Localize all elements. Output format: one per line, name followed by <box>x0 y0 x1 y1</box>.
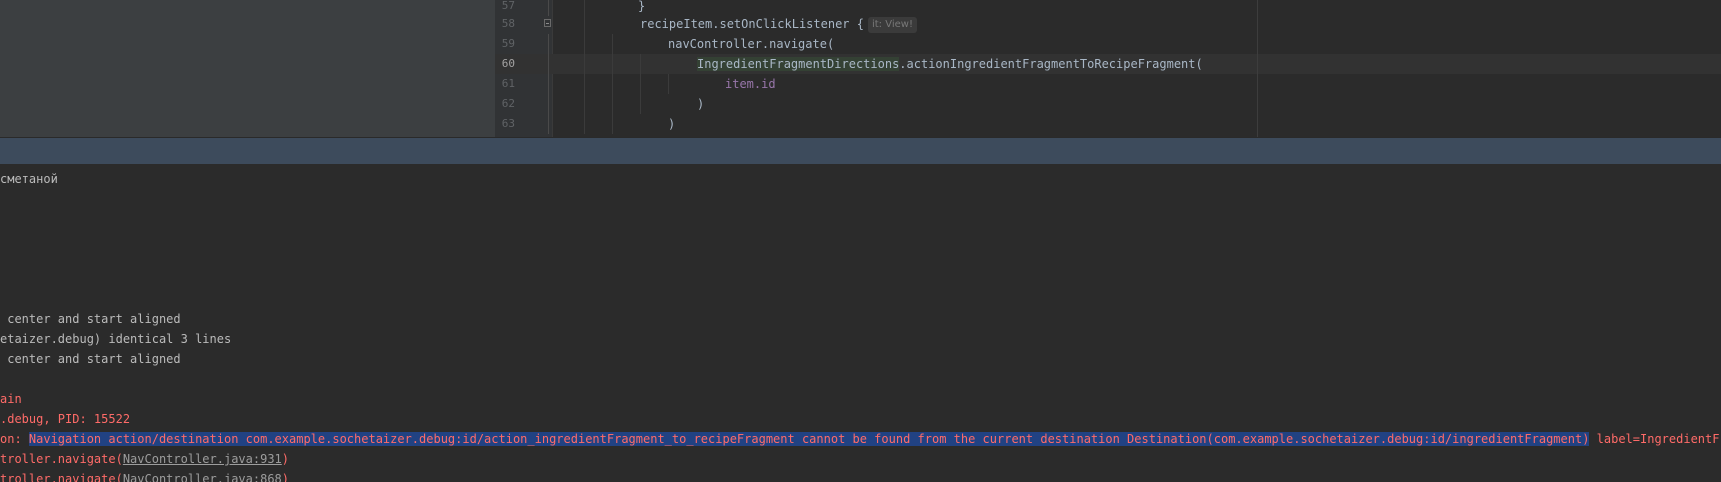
code-line-58[interactable]: 58 recipeItem.setOnClickListener {it: Vi… <box>495 14 1721 34</box>
code-line-62[interactable]: 62 ) <box>495 94 1721 114</box>
logcat-header-bar[interactable] <box>0 137 1721 164</box>
indent-guide <box>612 34 613 54</box>
indent-guide <box>584 74 585 94</box>
log-line[interactable]: center and start aligned <box>0 349 180 369</box>
class-reference[interactable]: IngredientFragmentDirections <box>697 57 900 71</box>
indent-guide <box>612 94 613 114</box>
code-line-59[interactable]: 59 navController.navigate( <box>495 34 1721 54</box>
project-panel[interactable] <box>0 0 495 137</box>
line-number: 61 <box>501 77 515 90</box>
log-line[interactable]: etaizer.debug) identical 3 lines <box>0 329 231 349</box>
code-call: .actionIngredientFragmentToRecipeFragmen… <box>899 57 1203 71</box>
indent-guide <box>612 54 613 74</box>
ide-window: 57 } 58 recipeItem.setOnClickListener {i… <box>0 0 1721 482</box>
log-suffix: label=IngredientFragment <box>1596 432 1721 446</box>
log-line-exception[interactable]: on: Navigation action/destination com.ex… <box>0 429 1721 449</box>
indent-guide <box>584 34 585 54</box>
log-suffix: ) <box>281 472 290 482</box>
code-line-60[interactable]: 60 IngredientFragmentDirections.actionIn… <box>495 54 1721 74</box>
fold-guide <box>548 74 549 94</box>
indent-guide <box>640 74 641 94</box>
code-text: item.id <box>725 77 776 91</box>
indent-guide <box>584 54 585 74</box>
log-line[interactable]: center and start aligned <box>0 309 180 329</box>
code-text: navController.navigate( <box>668 37 835 51</box>
line-number: 62 <box>501 97 515 110</box>
source-link[interactable]: NavController.java:931 <box>123 452 282 466</box>
code-text: IngredientFragmentDirections.actionIngre… <box>697 54 1203 74</box>
selected-text[interactable]: Navigation action/destination com.exampl… <box>28 432 1590 446</box>
code-text: ) <box>668 117 676 131</box>
indent-guide <box>668 74 669 94</box>
source-link[interactable]: NavController.java:868 <box>123 472 282 482</box>
line-number: 60 <box>501 57 515 70</box>
code-editor[interactable]: 57 } 58 recipeItem.setOnClickListener {i… <box>0 0 1721 137</box>
line-number: 58 <box>501 17 515 30</box>
line-number: 63 <box>501 117 515 130</box>
log-line[interactable]: сметаной <box>0 169 58 189</box>
log-suffix: ) <box>281 452 290 466</box>
code-line-63[interactable]: 63 ) <box>495 114 1721 134</box>
indent-guide <box>584 114 585 134</box>
line-number: 59 <box>501 37 515 50</box>
fold-icon[interactable] <box>544 19 551 27</box>
indent-guide <box>640 54 641 74</box>
indent-guide <box>584 94 585 114</box>
log-line-error[interactable]: ain <box>0 389 22 409</box>
log-prefix: troller.navigate( <box>0 452 123 466</box>
log-prefix: troller.navigate( <box>0 472 123 482</box>
logcat-output[interactable]: сметаной center and start aligned etaize… <box>0 164 1721 482</box>
fold-guide <box>548 114 549 134</box>
log-prefix: on: <box>0 432 29 446</box>
indent-guide <box>584 14 585 34</box>
indent-guide <box>612 114 613 134</box>
code-text: recipeItem.setOnClickListener {it: View! <box>640 14 917 34</box>
type-hint: it: View! <box>867 17 917 33</box>
log-line-error[interactable]: .debug, PID: 15522 <box>0 409 130 429</box>
code-text: ) <box>697 97 705 111</box>
code-statement: recipeItem.setOnClickListener { <box>640 17 864 31</box>
code-line-61[interactable]: 61 item.id <box>495 74 1721 94</box>
fold-guide <box>548 54 549 74</box>
stacktrace-line[interactable]: troller.navigate(NavController.java:931) <box>0 449 289 469</box>
right-margin-guide <box>1257 0 1258 137</box>
indent-guide <box>612 74 613 94</box>
indent-guide <box>640 94 641 114</box>
stacktrace-line[interactable]: troller.navigate(NavController.java:868) <box>0 469 289 482</box>
fold-guide <box>548 34 549 54</box>
fold-guide <box>548 94 549 114</box>
